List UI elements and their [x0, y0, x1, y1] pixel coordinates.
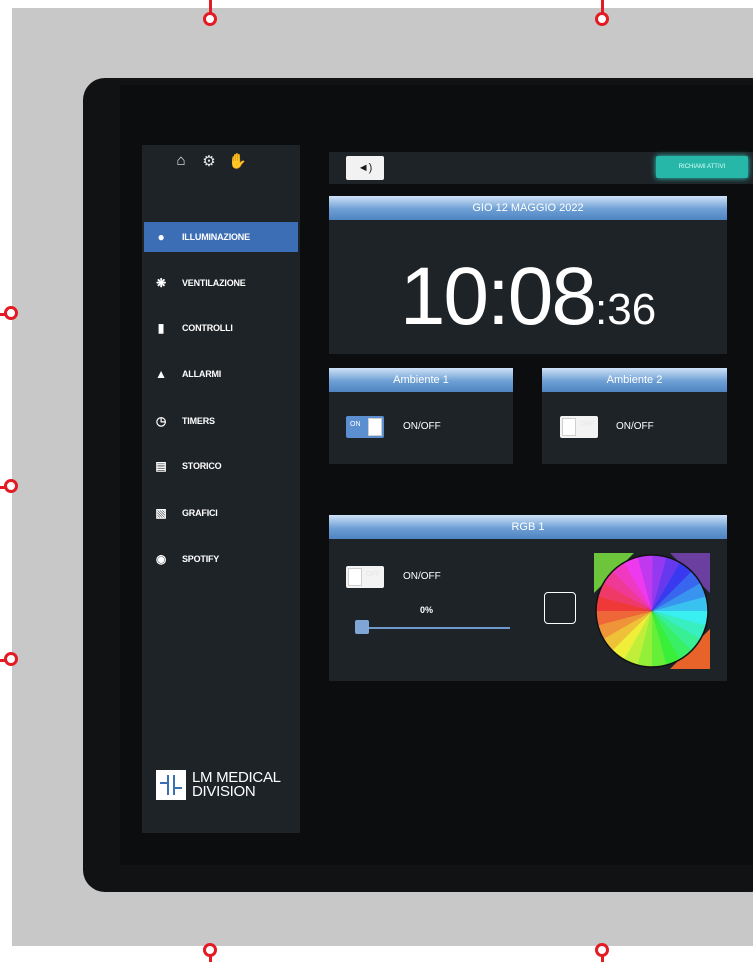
warning-icon: ▲	[155, 367, 167, 381]
brightness-slider-thumb[interactable]	[355, 620, 369, 634]
alarm-status-label: RICHIAMI ATTIVI	[678, 164, 726, 170]
speaker-button[interactable]: ◄)	[346, 156, 384, 180]
toggle-text: ON	[350, 421, 361, 428]
sidebar-item-grafici[interactable]: ▧ GRAFICI	[144, 498, 298, 528]
fan-icon: ❋	[156, 276, 166, 290]
sidebar-item-controlli[interactable]: ▮ CONTROLLI	[144, 313, 298, 343]
toggle-knob	[348, 568, 362, 586]
sidebar-item-allarmi[interactable]: ▲ ALLARMI	[144, 359, 298, 389]
date-header: GIO 12 MAGGIO 2022	[329, 196, 727, 220]
date-label: GIO 12 MAGGIO 2022	[472, 202, 584, 214]
sidebar-item-illuminazione[interactable]: ● ILLUMINAZIONE	[144, 222, 298, 252]
sidebar-item-label: STORICO	[182, 461, 222, 471]
door-icon: ▮	[157, 321, 165, 335]
sidebar-item-label: VENTILAZIONE	[182, 278, 246, 288]
toggle-knob	[562, 418, 576, 436]
history-icon: ▤	[155, 459, 167, 473]
sidebar-item-label: GRAFICI	[182, 508, 218, 518]
ambiente-1-onoff-label: ON/OFF	[403, 421, 441, 432]
ambiente-1-toggle[interactable]: ON	[346, 416, 384, 438]
brand-logo: LM MEDICAL DIVISION	[156, 770, 281, 800]
clock-display: 10:08:36	[329, 250, 727, 344]
ambiente-2-onoff-label: ON/OFF	[616, 421, 654, 432]
spotify-icon: ◉	[155, 552, 167, 566]
sidebar-item-label: CONTROLLI	[182, 323, 233, 333]
toggle-text: OFF	[366, 571, 380, 578]
ambiente-1-header: Ambiente 1	[329, 368, 513, 392]
settings-icon[interactable]: ⚙	[200, 152, 218, 170]
sidebar-item-storico[interactable]: ▤ STORICO	[144, 451, 298, 481]
mounting-marker	[203, 12, 217, 26]
sidebar-item-label: ILLUMINAZIONE	[182, 232, 250, 242]
alarm-status-button[interactable]: RICHIAMI ATTIVI	[656, 156, 748, 178]
color-wheel-graphic	[594, 553, 710, 669]
logo-mark	[156, 770, 186, 800]
toggle-text: OFF	[580, 421, 594, 428]
sidebar-item-label: SPOTIFY	[182, 554, 220, 564]
selected-color-swatch[interactable]	[544, 592, 576, 624]
clock-hours-minutes: 10:08	[399, 251, 597, 342]
rgb-toggle[interactable]: OFF	[346, 566, 384, 588]
logo-line2: DIVISION	[192, 783, 256, 800]
marker-line	[209, 955, 212, 962]
clock-icon: ◷	[155, 414, 167, 428]
lightbulb-icon: ●	[157, 230, 165, 244]
logo-text: LM MEDICAL DIVISION	[192, 770, 281, 800]
rgb-header: RGB 1	[329, 515, 727, 539]
mounting-marker	[4, 652, 18, 666]
sidebar-item-ventilazione[interactable]: ❋ VENTILAZIONE	[144, 268, 298, 298]
ambiente-2-toggle[interactable]: OFF	[560, 416, 598, 438]
mounting-marker	[4, 479, 18, 493]
ambiente-2-header: Ambiente 2	[542, 368, 727, 392]
speaker-icon: ◄)	[357, 162, 373, 174]
rgb-onoff-label: ON/OFF	[403, 571, 441, 582]
mounting-marker	[595, 12, 609, 26]
marker-line	[601, 955, 604, 962]
brightness-value: 0%	[420, 605, 434, 615]
ambiente-1-title: Ambiente 1	[393, 374, 449, 386]
hand-icon[interactable]: ✋	[228, 152, 247, 170]
clock-seconds: :36	[595, 285, 657, 334]
rgb-title: RGB 1	[511, 521, 545, 533]
color-picker[interactable]	[594, 553, 710, 669]
chart-icon: ▧	[155, 506, 167, 520]
sidebar-item-spotify[interactable]: ◉ SPOTIFY	[144, 544, 298, 574]
sidebar-item-timers[interactable]: ◷ TIMERS	[144, 406, 298, 436]
sidebar-item-label: ALLARMI	[182, 369, 222, 379]
ambiente-2-title: Ambiente 2	[606, 374, 663, 386]
home-icon[interactable]: ⌂	[172, 152, 190, 170]
sidebar-item-label: TIMERS	[182, 416, 215, 426]
mounting-marker	[4, 306, 18, 320]
toggle-knob	[368, 418, 382, 436]
sidebar-top-icons: ⌂ ⚙ ✋	[172, 152, 246, 170]
brightness-slider-track[interactable]	[356, 627, 510, 629]
